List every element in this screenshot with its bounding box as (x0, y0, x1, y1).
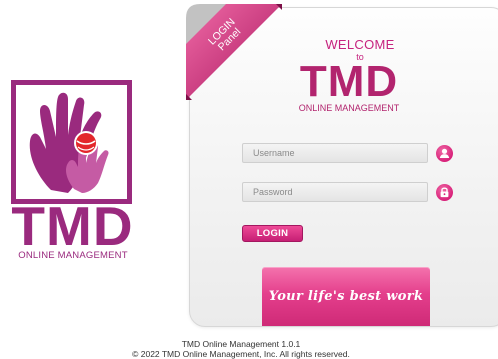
logo-frame (11, 80, 132, 204)
user-icon (436, 145, 453, 162)
welcome-heading: WELCOME (325, 37, 395, 52)
login-button[interactable]: LOGIN (242, 225, 303, 242)
tagline-banner: Your life's best work (262, 267, 430, 326)
logo-title: TMD (11, 195, 134, 257)
tagline-text: Your life's best work (268, 289, 424, 304)
password-input[interactable] (242, 182, 428, 202)
hands-with-globe-icon (29, 92, 109, 193)
login-panel-ribbon: LOGIN Panel (186, 4, 282, 100)
footer-copyright: © 2022 TMD Online Management, Inc. All r… (132, 349, 350, 359)
username-input[interactable] (242, 143, 428, 163)
brand-subtitle: ONLINE MANAGEMENT (298, 103, 400, 113)
brand-title: TMD (299, 57, 399, 106)
login-page: TMD ONLINE MANAGEMENT LOGIN Panel WELCOM… (0, 0, 498, 359)
lock-icon (436, 184, 453, 201)
footer-version: TMD Online Management 1.0.1 (181, 339, 301, 349)
logo-subtitle: ONLINE MANAGEMENT (18, 250, 128, 261)
